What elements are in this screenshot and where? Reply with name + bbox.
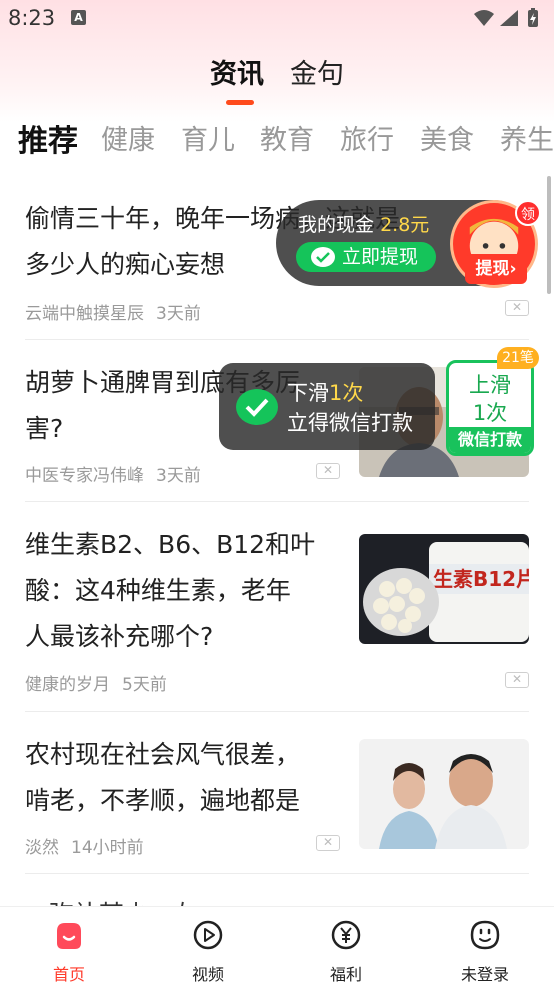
swipe-card-count: 1次 [472, 401, 508, 425]
article-meta: 淡然 14小时前 [25, 833, 144, 858]
notification-icon: A [71, 10, 86, 25]
nav-video[interactable]: 视频 [163, 907, 253, 984]
article-thumbnail[interactable]: 生素B12片 [359, 534, 529, 644]
cash-amount: 2.8元 [380, 214, 430, 236]
article-meta: 健康的岁月 5天前 [25, 670, 167, 695]
nav-welfare-label: 福利 [329, 965, 362, 984]
nav-profile[interactable]: 未登录 [440, 907, 530, 984]
nav-welfare[interactable]: 福利 [301, 907, 391, 984]
article-time: 14小时前 [71, 838, 144, 858]
swipe-up-reward-card[interactable]: 上滑 1次 微信打款 [446, 360, 534, 456]
wechat-check-icon [236, 389, 278, 425]
claim-badge[interactable]: 领 [515, 200, 541, 226]
active-tab-indicator [226, 100, 254, 105]
tab-news[interactable]: 资讯 [210, 52, 264, 91]
status-icons [474, 8, 538, 27]
battery-charging-icon [528, 8, 538, 27]
bottom-nav: 首页 视频 福利 未登录 [0, 906, 554, 984]
thumbnail-text: 生素B12片 [433, 567, 529, 591]
mascot-withdraw-button[interactable]: 提现› [465, 254, 527, 284]
status-bar: 8:23 A [0, 0, 554, 38]
nav-profile-label: 未登录 [460, 965, 509, 984]
dismiss-icon[interactable]: ✕ [316, 463, 340, 479]
category-tab-education[interactable]: 教育 [260, 118, 314, 157]
dismiss-icon[interactable]: ✕ [316, 835, 340, 851]
category-tabs: 推荐 健康 育儿 教育 旅行 美食 养生 [0, 118, 554, 162]
wechat-pay-icon [311, 247, 335, 267]
status-time: 8:23 [8, 6, 56, 30]
article-time: 3天前 [156, 466, 201, 486]
swipe-card-footer: 微信打款 [449, 427, 531, 453]
cash-label: 我的现金 2.8元 [298, 214, 430, 236]
article-thumbnail[interactable] [359, 739, 529, 849]
article-title[interactable]: 维生素B2、B6、B12和叶 酸：这4种维生素，老年 人最该补充哪个? [25, 522, 345, 660]
swipe-reward-toast: 下滑1次 立得微信打款 [219, 363, 435, 450]
category-tab-health[interactable]: 健康 [101, 118, 155, 157]
swipe-card-action: 上滑 [469, 373, 511, 397]
article-title[interactable]: ...弥补某少...左.... [25, 892, 525, 906]
swipe-hint: 下滑1次 [287, 381, 364, 405]
main-tabs: 资讯 金句 [0, 52, 554, 106]
nav-home[interactable]: 首页 [24, 907, 114, 984]
article-meta: 云端中触摸星辰 3天前 [25, 299, 201, 324]
withdraw-now-button[interactable]: 立即提现 [296, 242, 436, 272]
article-source: 中医专家冯伟峰 [25, 466, 144, 486]
nav-home-label: 首页 [52, 965, 85, 984]
dismiss-icon[interactable]: ✕ [505, 300, 529, 316]
home-icon [57, 923, 81, 949]
category-tab-travel[interactable]: 旅行 [340, 118, 394, 157]
profile-face-icon [470, 920, 500, 950]
category-tab-parenting[interactable]: 育儿 [181, 118, 235, 157]
category-tab-food[interactable]: 美食 [420, 118, 474, 157]
video-play-icon [193, 920, 223, 950]
payout-count-badge: 21笔 [497, 347, 539, 369]
list-item[interactable]: 维生素B2、B6、B12和叶 酸：这4种维生素，老年 人最该补充哪个? 健康的岁… [0, 502, 554, 712]
swipe-reward-text: 立得微信打款 [287, 411, 413, 435]
dismiss-icon[interactable]: ✕ [505, 672, 529, 688]
tab-quotes[interactable]: 金句 [290, 52, 344, 91]
article-meta: 中医专家冯伟峰 3天前 [25, 461, 201, 486]
article-time: 3天前 [156, 304, 201, 324]
category-tab-recommend[interactable]: 推荐 [18, 118, 78, 160]
yuan-coin-icon [331, 920, 361, 950]
category-tab-wellness[interactable]: 养生 [500, 118, 554, 157]
signal-icon [500, 10, 518, 26]
article-source: 云端中触摸星辰 [25, 304, 144, 324]
list-item[interactable]: ...弥补某少...左.... [0, 874, 554, 906]
article-source: 健康的岁月 [25, 675, 110, 695]
nav-video-label: 视频 [191, 965, 224, 984]
article-title[interactable]: 农村现在社会风气很差， 啃老，不孝顺，遍地都是 [25, 732, 345, 824]
list-item[interactable]: 农村现在社会风气很差， 啃老，不孝顺，遍地都是 淡然 14小时前 ✕ [0, 712, 554, 874]
wifi-icon [474, 10, 494, 26]
article-source: 淡然 [25, 838, 59, 858]
article-time: 5天前 [122, 675, 167, 695]
